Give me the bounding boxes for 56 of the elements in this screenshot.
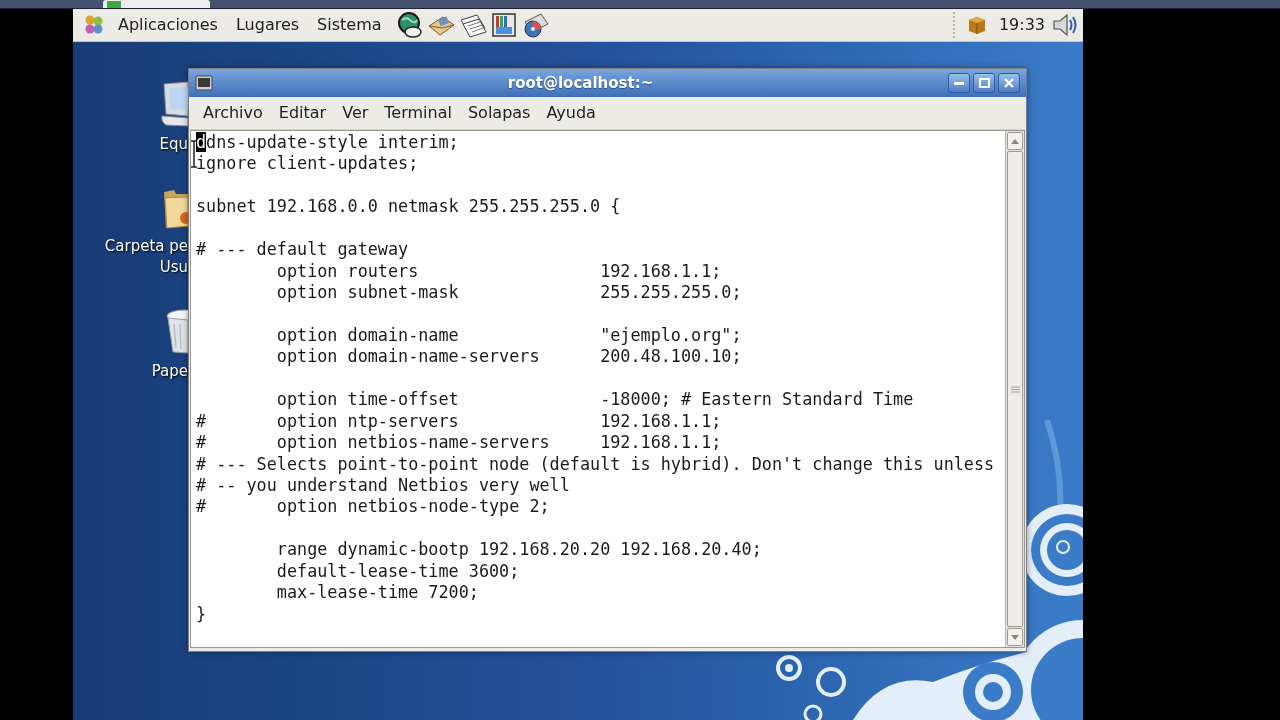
panel-menu[interactable]: Lugares [226, 15, 309, 35]
panel-menu[interactable]: Sistema [308, 15, 391, 35]
scroll-down-button[interactable] [1007, 628, 1023, 646]
code-line: option subnet-mask 255.255.255.0; [275, 282, 742, 304]
clock[interactable]: 19:33 [998, 13, 1045, 37]
menu-item[interactable]: Editar [270, 103, 335, 123]
code-line: ddns-update-style interim; [196, 132, 459, 154]
code-line: subnet 192.168.0.0 netmask 255.255.255.0 { [196, 196, 621, 218]
menu-item[interactable]: Terminal [376, 103, 460, 123]
scrollbar[interactable] [1005, 131, 1024, 647]
code-line: option time-offset -18000; # Eastern Standard Time [275, 389, 914, 411]
screen-icon[interactable] [490, 12, 517, 38]
computer-icon[interactable] [160, 80, 188, 128]
code-line: # option ntp-servers 192.168.1.1; [196, 410, 722, 433]
box-icon[interactable] [966, 15, 987, 35]
code-line: # option netbios-node-type 2; [196, 496, 550, 518]
terminal-icon[interactable] [195, 75, 213, 91]
close-button[interactable] [998, 73, 1020, 93]
close-icon [1004, 78, 1014, 88]
menu-item[interactable]: Solapas [459, 103, 539, 123]
maximize-icon [978, 78, 990, 88]
code-line: ignore client-updates; [196, 153, 419, 175]
down-arrow-icon [1011, 634, 1019, 640]
window-title: root@localhost:~ [507, 72, 654, 94]
code-line: # --- Selects point-to-point node (default is hybrid). Don't change this unless [196, 453, 995, 475]
minimize-button[interactable] [948, 73, 970, 93]
minimize-icon [954, 81, 964, 85]
desktop-icon-label: Usu [159, 257, 188, 278]
code-line: default-lease-time 3600; [275, 560, 520, 583]
page-icon [107, 1, 121, 8]
desktop-icon-label: Carpeta pe [104, 236, 188, 257]
text-cursor-icon [190, 140, 198, 168]
code-line: range dynamic-bootp 192.168.20.20 192.168.20.40; [275, 539, 762, 561]
scroll-up-button[interactable] [1007, 132, 1023, 150]
code-line: # --- default gateway [196, 239, 409, 261]
menu-item[interactable]: Ver [334, 103, 377, 123]
desktop-icon-label: Equ [159, 134, 188, 155]
code-line: # option netbios-name-servers 192.168.1.1; [196, 432, 722, 454]
scroll-thumb[interactable] [1007, 151, 1023, 627]
desktop-icon-label: Pape [151, 361, 188, 382]
code-line: # -- you understand Netbios very well [196, 475, 570, 497]
maximize-button[interactable] [973, 73, 995, 93]
browser-tab[interactable] [103, 0, 210, 8]
menu-item[interactable]: Archivo [195, 103, 271, 123]
panel-menu[interactable]: Aplicaciones [109, 15, 227, 35]
grip-icon [1010, 385, 1020, 393]
papers-icon[interactable] [458, 12, 487, 38]
globe-icon[interactable] [396, 12, 423, 38]
code-line: } [196, 603, 207, 626]
colorful-logo-icon[interactable] [83, 14, 105, 36]
code-line: option domain-name "ejemplo.org"; [275, 324, 742, 347]
up-arrow-icon [1011, 138, 1019, 144]
menu-item[interactable]: Ayuda [538, 103, 604, 123]
code-line: max-lease-time 7200; [275, 582, 479, 604]
code-line: option domain-name-servers 200.48.100.10; [275, 346, 742, 368]
code-line: option routers 192.168.1.1; [275, 260, 722, 283]
